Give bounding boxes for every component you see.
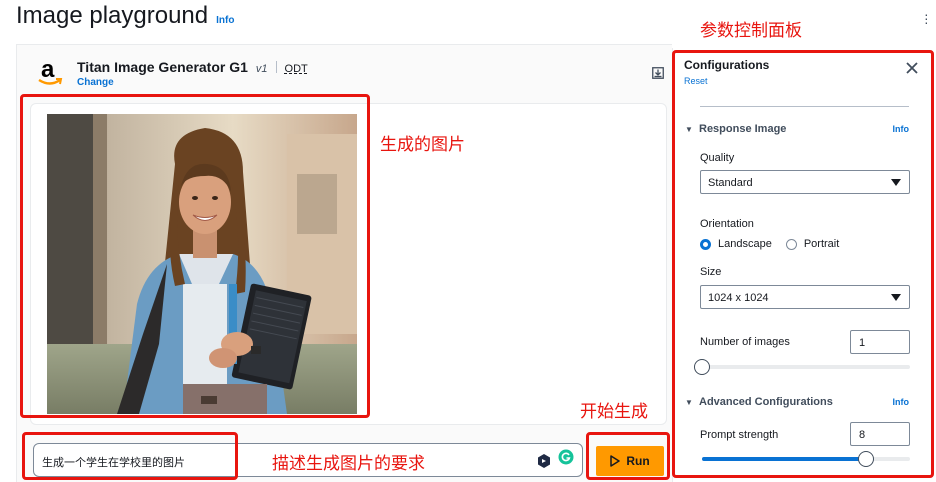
grammarly-icon[interactable] xyxy=(558,449,574,465)
change-model-link[interactable]: Change xyxy=(77,77,308,88)
annotation-run-label: 开始生成 xyxy=(580,402,648,422)
page-title: Image playground xyxy=(16,2,209,29)
annotation-run-box xyxy=(586,432,670,480)
annotation-config-label: 参数控制面板 xyxy=(700,21,802,41)
model-version: v1 xyxy=(255,63,268,75)
annotation-image-box xyxy=(20,94,370,418)
annotation-config-box xyxy=(672,50,934,478)
annotation-prompt-label: 描述生成图片的要求 xyxy=(272,454,425,474)
page-info-link[interactable]: Info xyxy=(216,15,234,26)
model-name: Titan Image Generator G1 xyxy=(77,59,248,75)
model-divider xyxy=(275,61,277,73)
annotation-prompt-box xyxy=(22,432,238,480)
download-icon[interactable] xyxy=(652,67,664,79)
model-tag[interactable]: ODT xyxy=(285,63,308,75)
amazon-logo-icon: a xyxy=(35,56,67,91)
page-header: Image playground Info xyxy=(16,2,234,36)
annotation-image-label: 生成的图片 xyxy=(380,135,465,155)
kebab-menu-icon[interactable]: · · · xyxy=(924,7,929,29)
model-selector: a Titan Image Generator G1 v1 ODT Change xyxy=(35,56,308,91)
extension-hexagon-icon[interactable] xyxy=(536,453,552,469)
